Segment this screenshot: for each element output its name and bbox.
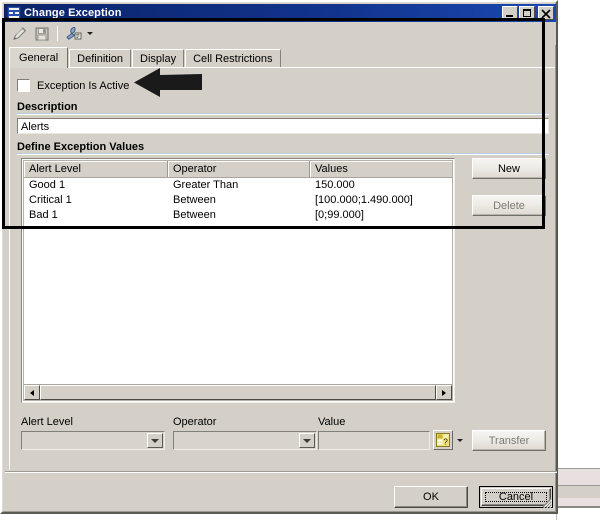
- tab-cell-restrictions[interactable]: Cell Restrictions: [185, 49, 280, 68]
- arrow-left-icon: [30, 390, 34, 396]
- description-input[interactable]: Alerts: [17, 118, 549, 134]
- operator-dropdown-arrow[interactable]: [299, 433, 315, 448]
- table-row[interactable]: Critical 1 Between [100.000;1.490.000]: [24, 193, 452, 208]
- alert-level-dropdown-arrow[interactable]: [147, 433, 163, 448]
- transfer-button[interactable]: Transfer: [472, 430, 546, 451]
- background-band-bottom: [556, 498, 600, 508]
- window-title: Change Exception: [24, 6, 501, 20]
- chevron-down-icon: [457, 439, 463, 442]
- general-tab-panel: Exception Is Active Description Alerts D…: [9, 68, 555, 470]
- minimize-button[interactable]: [502, 6, 518, 20]
- scroll-left-button[interactable]: [24, 385, 40, 400]
- cell-values: [100.000;1.490.000]: [310, 193, 452, 208]
- grid-horizontal-scrollbar[interactable]: [24, 384, 452, 400]
- cell-values: 150.000: [310, 178, 452, 193]
- grid-column-values[interactable]: Values: [310, 161, 452, 177]
- table-row[interactable]: Bad 1 Between [0;99.000]: [24, 208, 452, 223]
- value-help-dropdown-arrow[interactable]: [454, 430, 466, 450]
- focus-rectangle: [485, 492, 547, 502]
- toolbar: [4, 22, 556, 45]
- grid-column-operator[interactable]: Operator: [168, 161, 310, 177]
- cell-values: [0;99.000]: [310, 208, 452, 223]
- settings-wrench-button[interactable]: [62, 23, 84, 44]
- table-row[interactable]: Good 1 Greater Than 150.000: [24, 178, 452, 193]
- grid-header-row: Alert Level Operator Values: [24, 161, 452, 178]
- alert-level-dropdown[interactable]: [21, 431, 165, 450]
- cell-operator: Greater Than: [168, 178, 310, 193]
- arrow-right-icon: [442, 390, 446, 396]
- background-panel: [556, 0, 600, 520]
- tab-display[interactable]: Display: [132, 49, 184, 68]
- tab-bar: General Definition Display Cell Restrict…: [9, 47, 555, 68]
- close-icon: [541, 9, 551, 19]
- alert-level-label: Alert Level: [21, 416, 73, 428]
- cell-alert-level: Bad 1: [24, 208, 168, 223]
- tab-general[interactable]: General: [9, 47, 68, 68]
- dialog-inner-frame: Change Exception: [2, 2, 556, 512]
- exception-is-active-checkbox[interactable]: [17, 79, 30, 92]
- scroll-right-button[interactable]: [436, 385, 452, 400]
- operator-value: [174, 432, 299, 449]
- grid-column-alert-level[interactable]: Alert Level: [24, 161, 168, 177]
- minimize-icon: [506, 15, 513, 17]
- exception-is-active-row[interactable]: Exception Is Active: [17, 79, 129, 92]
- settings-wrench-icon: [64, 25, 82, 42]
- alert-level-value: [22, 432, 147, 449]
- grid-inner: Alert Level Operator Values Good 1 Great…: [23, 160, 453, 401]
- resize-grip-icon[interactable]: [540, 496, 552, 508]
- value-label: Value: [318, 416, 345, 428]
- app-grid-icon: [7, 6, 21, 20]
- cell-alert-level: Good 1: [24, 178, 168, 193]
- value-help-button[interactable]: ?: [433, 430, 453, 450]
- value-help-icon: ?: [436, 433, 450, 447]
- operator-dropdown[interactable]: [173, 431, 317, 450]
- save-button[interactable]: [31, 23, 53, 44]
- edit-pencil-icon: [11, 25, 28, 42]
- svg-text:?: ?: [443, 437, 448, 446]
- exception-is-active-label: Exception Is Active: [37, 80, 129, 92]
- background-band-top: [556, 468, 600, 486]
- description-group-header: Description: [17, 101, 549, 115]
- maximize-button[interactable]: [519, 6, 535, 20]
- change-exception-dialog: Change Exception: [0, 0, 558, 514]
- toolbar-separator: [57, 26, 58, 41]
- close-button[interactable]: [538, 6, 554, 20]
- ok-button[interactable]: OK: [394, 486, 468, 508]
- cell-operator: Between: [168, 208, 310, 223]
- background-band-mid: [556, 486, 600, 498]
- tab-definition[interactable]: Definition: [69, 49, 131, 68]
- footer-separator: [5, 471, 557, 473]
- title-bar[interactable]: Change Exception: [4, 4, 556, 22]
- define-exception-values-group-header: Define Exception Values: [17, 141, 549, 155]
- edit-pencil-button[interactable]: [8, 23, 30, 44]
- exception-values-grid: Alert Level Operator Values Good 1 Great…: [21, 158, 455, 403]
- save-icon: [34, 26, 50, 42]
- chevron-down-icon: [303, 439, 311, 443]
- settings-dropdown-arrow[interactable]: [85, 23, 95, 44]
- desktop-backdrop: Change Exception: [0, 0, 600, 520]
- cell-operator: Between: [168, 193, 310, 208]
- new-button[interactable]: New: [472, 158, 546, 179]
- scrollbar-thumb[interactable]: [40, 385, 436, 400]
- chevron-down-icon: [87, 32, 93, 35]
- chevron-down-icon: [151, 439, 159, 443]
- maximize-icon: [523, 9, 531, 17]
- value-input[interactable]: [318, 431, 430, 450]
- delete-button[interactable]: Delete: [472, 195, 546, 216]
- cell-alert-level: Critical 1: [24, 193, 168, 208]
- operator-label: Operator: [173, 416, 216, 428]
